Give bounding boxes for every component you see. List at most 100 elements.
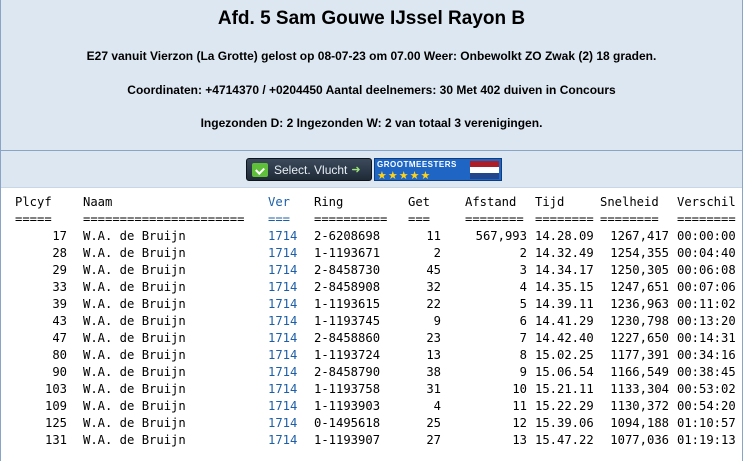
cell-ring: 1-1193615: [314, 297, 381, 311]
cell-afstand: 3: [519, 263, 527, 277]
cell-ring: 1-1193724: [314, 348, 381, 362]
cell-getekend: 2: [433, 246, 441, 260]
cell-plaats: 109: [44, 399, 67, 413]
cell-plaats: 17: [52, 229, 67, 243]
cell-naam: W.A. de Bruijn: [83, 416, 186, 430]
table-row: 125 W.A. de Bruijn 1714 0-1495618 25 12 15.39.…: [1, 415, 739, 432]
cell-vereniging: 1714: [268, 433, 298, 447]
table-row: 131 W.A. de Bruijn 1714 1-1193907 27 13 15.47.…: [1, 432, 739, 449]
select-flight-label: Select. Vlucht: [274, 162, 348, 177]
cell-vereniging: 1714: [268, 382, 298, 396]
cell-afstand: 567,993: [475, 229, 527, 243]
cell-naam: W.A. de Bruijn: [83, 280, 186, 294]
cell-getekend: ===: [408, 212, 431, 226]
cell-ring: 2-8458860: [314, 331, 381, 345]
cell-naam: W.A. de Bruijn: [83, 433, 186, 447]
cell-naam: Naam: [83, 195, 113, 209]
cell-tijd: 15.21.11: [535, 382, 594, 396]
cell-afstand: ========: [465, 212, 524, 226]
cell-tijd: 14.34.17: [535, 263, 594, 277]
cell-ring: 1-1193745: [314, 314, 381, 328]
cell-tijd: ========: [535, 212, 594, 226]
cell-plaats: 125: [44, 416, 67, 430]
select-flight-button[interactable]: Select. Vlucht ➜: [246, 158, 372, 181]
table-header-row: Plcyf Naam Ver Ring Get Afstand Tijd Snelheid Ve…: [1, 194, 739, 211]
cell-naam: W.A. de Bruijn: [83, 297, 186, 311]
cell-snelheid: 1177,391: [610, 348, 669, 362]
cell-naam: W.A. de Bruijn: [83, 314, 186, 328]
table-row: 28 W.A. de Bruijn 1714 1-1193671 2 2 14.32.49 1…: [1, 245, 739, 262]
release-info: E27 vanuit Vierzon (La Grotte) gelost op…: [86, 49, 657, 63]
cell-plaats: 28: [52, 246, 67, 260]
grootmeesters-banner[interactable]: GROOTMEESTERS ★★★★★: [374, 158, 502, 182]
cell-ring: 2-8458790: [314, 365, 381, 379]
cell-plaats: Plcyf: [15, 195, 52, 209]
cell-tijd: 15.02.25: [535, 348, 594, 362]
cell-ring: 1-1193907: [314, 433, 381, 447]
page: Afd. 5 Sam Gouwe IJssel Rayon B E27 vanu…: [0, 0, 743, 461]
cell-verschil: 01:10:57: [677, 416, 736, 430]
cell-verschil: 00:04:40: [677, 246, 736, 260]
cell-plaats: 90: [52, 365, 67, 379]
cell-getekend: 13: [426, 348, 441, 362]
cell-tijd: 15.39.06: [535, 416, 594, 430]
results-table: Plcyf Naam Ver Ring Get Afstand Tijd Snelheid Ve…: [1, 194, 739, 449]
table-row: 47 W.A. de Bruijn 1714 2-8458860 23 7 14.42.40…: [1, 330, 739, 347]
cell-tijd: 14.28.09: [535, 229, 594, 243]
cell-tijd: 15.06.54: [535, 365, 594, 379]
table-row: 17 W.A. de Bruijn 1714 2-6208698 11 567,993 14…: [1, 228, 739, 245]
cell-plaats: =====: [15, 212, 52, 226]
cell-snelheid: ========: [600, 212, 659, 226]
cell-getekend: 4: [433, 399, 441, 413]
cell-vereniging: ===: [268, 212, 291, 226]
cell-getekend: 27: [426, 433, 441, 447]
cell-naam: W.A. de Bruijn: [83, 399, 186, 413]
coordinates-info: Coordinaten: +4714370 / +0204450 Aantal …: [127, 83, 616, 97]
cell-tijd: 15.22.29: [535, 399, 594, 413]
cell-vereniging: 1714: [268, 280, 298, 294]
cell-verschil: 00:53:02: [677, 382, 736, 396]
cell-vereniging: 1714: [268, 297, 298, 311]
cell-vereniging: 1714: [268, 314, 298, 328]
cell-getekend: 31: [426, 382, 441, 396]
cell-snelheid: 1267,417: [610, 229, 669, 243]
cell-verschil: 00:38:45: [677, 365, 736, 379]
cell-naam: W.A. de Bruijn: [83, 348, 186, 362]
cell-vereniging: 1714: [268, 229, 298, 243]
cell-naam: ======================: [83, 212, 245, 226]
cell-snelheid: 1254,355: [610, 246, 669, 260]
cell-getekend: 9: [433, 314, 441, 328]
cell-snelheid: 1077,036: [610, 433, 669, 447]
cell-verschil: 00:00:00: [677, 229, 736, 243]
cell-ring: Ring: [314, 195, 344, 209]
cell-afstand: 6: [519, 314, 527, 328]
check-icon: [252, 162, 268, 177]
cell-snelheid: 1094,188: [610, 416, 669, 430]
cell-afstand: Afstand: [465, 195, 517, 209]
cell-ring: 1-1193758: [314, 382, 381, 396]
cell-verschil: 00:34:16: [677, 348, 736, 362]
cell-tijd: 14.32.49: [535, 246, 594, 260]
cell-snelheid: 1133,304: [610, 382, 669, 396]
cell-tijd: 14.42.40: [535, 331, 594, 345]
cell-snelheid: 1230,798: [610, 314, 669, 328]
cell-snelheid: 1130,372: [610, 399, 669, 413]
cell-vereniging: 1714: [268, 348, 298, 362]
cell-snelheid: 1236,963: [610, 297, 669, 311]
cell-ring: 2-8458730: [314, 263, 381, 277]
cell-verschil: 00:54:20: [677, 399, 736, 413]
cell-plaats: 33: [52, 280, 67, 294]
cell-ring: 2-8458908: [314, 280, 381, 294]
cell-plaats: 47: [52, 331, 67, 345]
cell-ring: 0-1495618: [314, 416, 381, 430]
cell-ring: 1-1193671: [314, 246, 381, 260]
cell-snelheid: 1250,305: [610, 263, 669, 277]
cell-getekend: 11: [426, 229, 441, 243]
cell-afstand: 13: [512, 433, 527, 447]
cell-plaats: 103: [44, 382, 67, 396]
cell-afstand: 11: [512, 399, 527, 413]
page-title: Afd. 5 Sam Gouwe IJssel Rayon B: [217, 8, 526, 29]
cell-plaats: 131: [44, 433, 67, 447]
cell-snelheid: 1166,549: [610, 365, 669, 379]
cell-tijd: 14.39.11: [535, 297, 594, 311]
